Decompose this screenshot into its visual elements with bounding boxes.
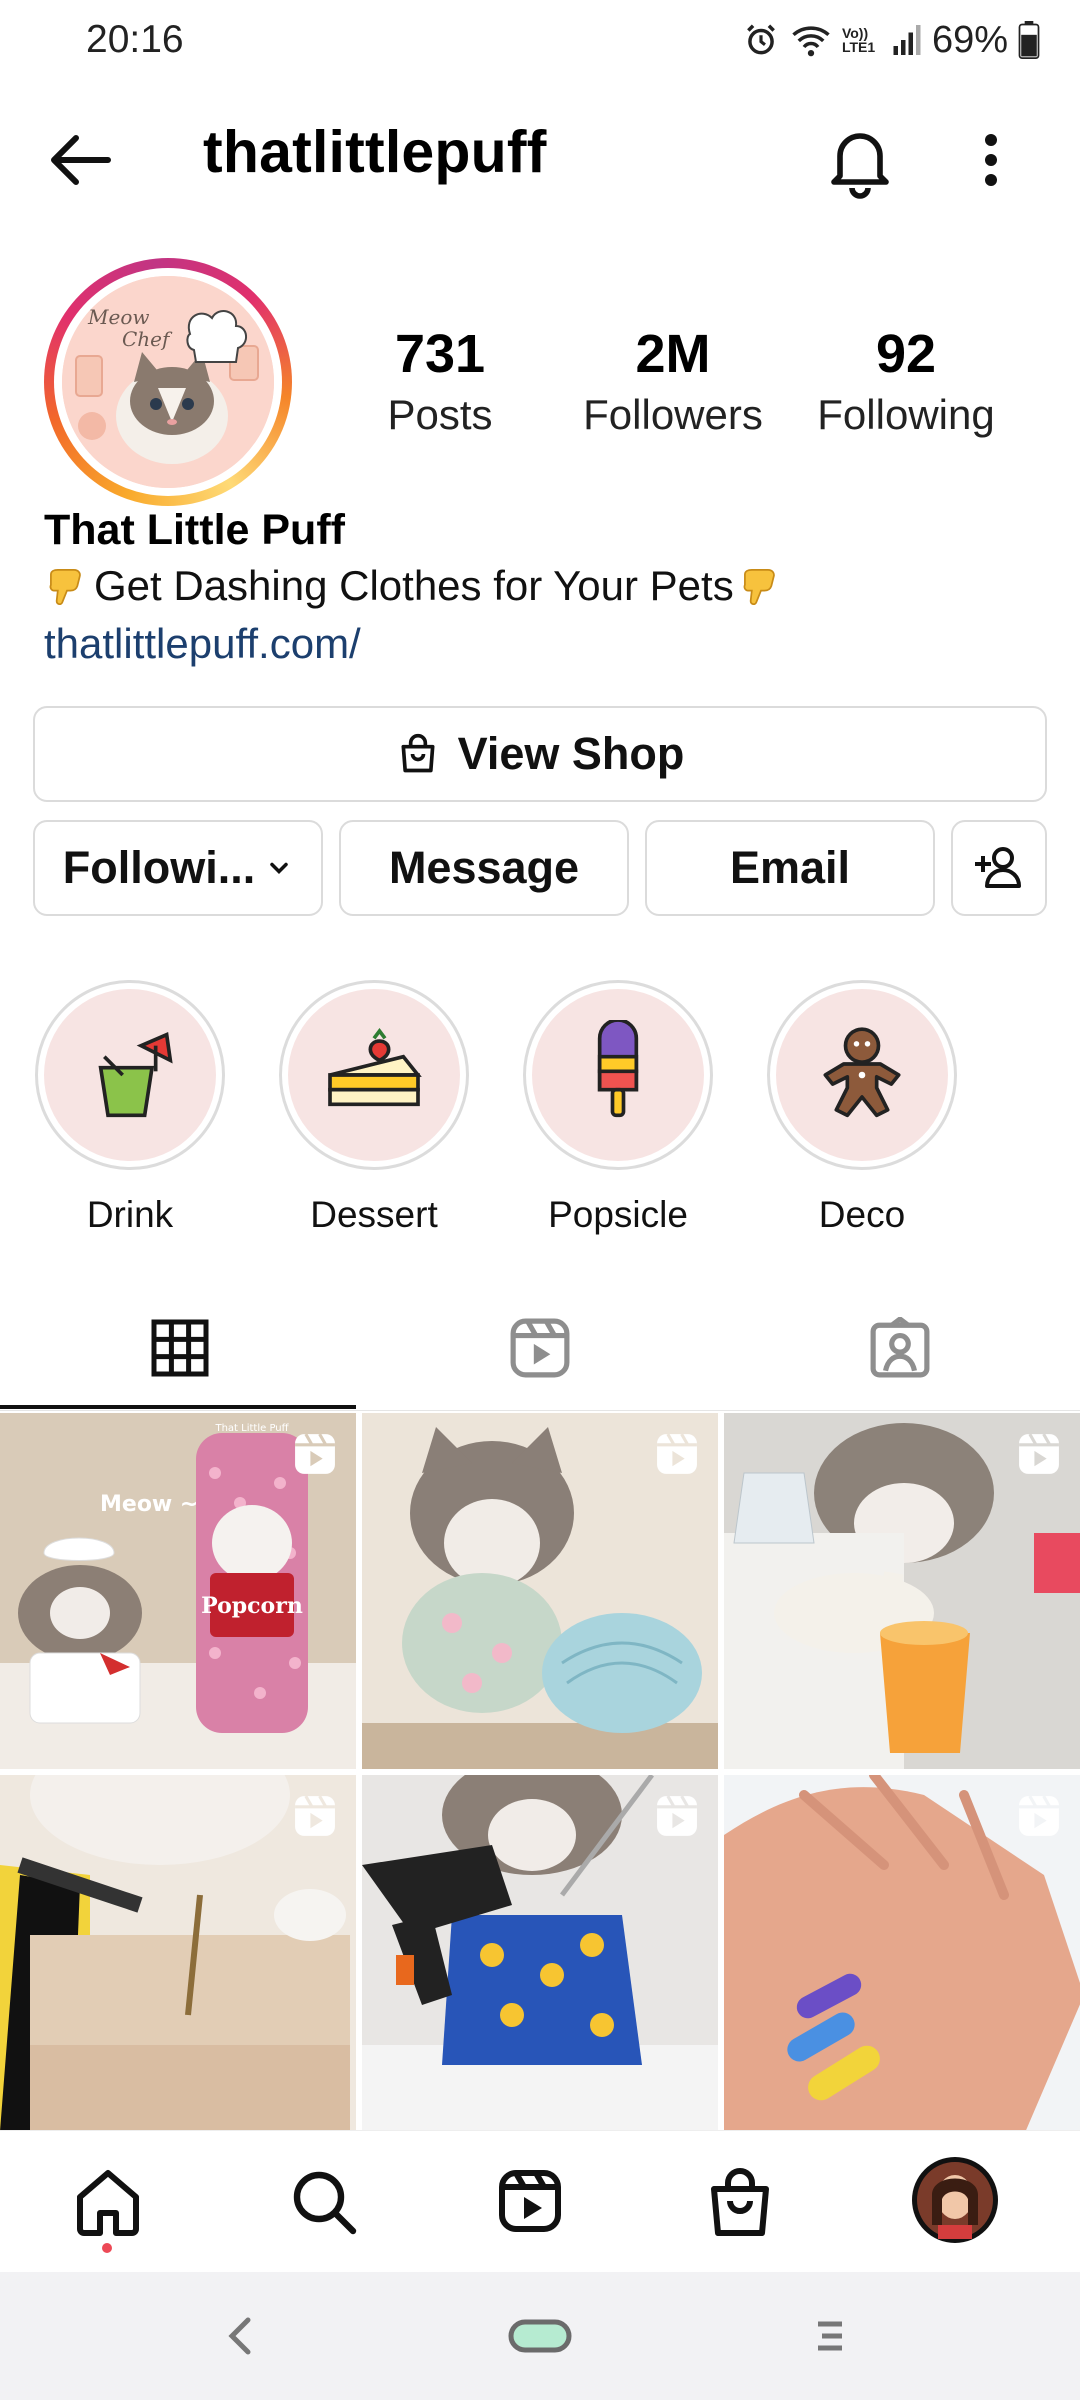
more-options-icon[interactable] [955, 120, 1027, 200]
followers-label: Followers [583, 391, 763, 438]
shopping-bag-icon [401, 733, 435, 773]
following-label: Following [817, 391, 995, 438]
home-icon [77, 2170, 139, 2236]
post-thumbnail[interactable] [724, 1775, 1080, 2131]
posts-count: 731 [394, 324, 486, 384]
cake-icon [328, 1027, 422, 1107]
battery-icon [1018, 21, 1040, 59]
reels-icon [510, 1318, 570, 1378]
highlight-label: Popsicle [548, 1194, 688, 1235]
highlight-label: Deco [818, 1194, 906, 1235]
bottom-navigation [0, 2130, 1080, 2273]
back-arrow-icon[interactable] [40, 120, 120, 200]
caption-text: Meow ~ [100, 1492, 198, 1517]
tagged-icon [870, 1317, 930, 1378]
bio-text: Get Dashing Clothes for Your Pets [44, 562, 784, 610]
following-label: Followi... [62, 842, 256, 893]
bio-line: Get Dashing Clothes for Your Pets [94, 562, 734, 609]
notification-bell-icon[interactable] [820, 120, 900, 200]
reel-badge-icon [657, 1795, 697, 1836]
highlight-label: Drink [86, 1194, 174, 1235]
signal-icon [893, 25, 921, 55]
add-user-button[interactable] [951, 820, 1047, 916]
email-button[interactable]: Email [645, 820, 935, 916]
search-icon [293, 2171, 357, 2235]
post-thumbnail[interactable] [724, 1413, 1080, 1769]
view-shop-label: View Shop [457, 728, 685, 779]
reel-badge-icon [295, 1795, 335, 1836]
nav-shop[interactable] [700, 2161, 780, 2241]
system-home-icon[interactable] [505, 2312, 575, 2360]
post-thumbnail[interactable] [0, 1775, 356, 2131]
gingerbread-icon [823, 1027, 901, 1118]
tab-grid[interactable] [0, 1300, 360, 1396]
pointing-down-icon [49, 569, 81, 606]
product-label: Popcorn [201, 1593, 303, 1619]
active-tab-indicator [0, 1405, 356, 1409]
reel-badge-icon [1019, 1433, 1059, 1474]
system-navigation-bar [0, 2272, 1080, 2400]
posts-label: Posts [387, 391, 493, 438]
svg-text:Chef: Chef [122, 327, 173, 351]
grid-icon [151, 1319, 209, 1377]
profile-avatar[interactable]: Meow Chef [62, 276, 274, 488]
tab-reels[interactable] [360, 1300, 720, 1396]
post-thumbnail[interactable]: Popcorn That Little Puff Meow ~ [0, 1413, 356, 1769]
profile-link[interactable]: thatlittlepuff.com/ [44, 620, 361, 668]
network-badge: Vo)) LTE1 [841, 25, 876, 55]
status-icons: Vo)) LTE1 69% [742, 18, 1040, 62]
post-thumbnail[interactable] [362, 1413, 718, 1769]
reel-badge-icon [1019, 1795, 1059, 1836]
reel-badge-icon [657, 1433, 697, 1474]
profile-username: thatlittlepuff [203, 119, 547, 185]
nav-profile-avatar[interactable] [910, 2155, 1000, 2245]
view-shop-button[interactable]: View Shop [33, 706, 1047, 802]
popsicle-icon [597, 1020, 639, 1118]
status-time: 20:16 [86, 18, 184, 61]
highlight-dessert[interactable]: Dessert [274, 980, 474, 1236]
following-count: 92 [875, 324, 937, 384]
pointing-down-icon [743, 569, 775, 606]
highlight-popsicle[interactable]: Popsicle [518, 980, 718, 1236]
reel-badge-icon [295, 1433, 335, 1474]
shopping-bag-icon [711, 2168, 769, 2236]
alarm-icon [747, 24, 775, 55]
following-button[interactable]: Followi... [33, 820, 323, 916]
highlight-deco[interactable]: Deco [762, 980, 962, 1236]
stat-following[interactable]: 92 Following [806, 323, 1006, 439]
wifi-icon [792, 26, 830, 57]
post-thumbnail[interactable] [362, 1775, 718, 2131]
chevron-down-icon [270, 862, 288, 874]
nav-search[interactable] [283, 2161, 363, 2241]
avatar-text: Meow [87, 305, 149, 329]
system-back-icon[interactable] [220, 2312, 260, 2360]
stat-followers[interactable]: 2M Followers [573, 323, 773, 439]
nav-reels[interactable] [490, 2161, 570, 2241]
add-user-icon [975, 847, 1021, 888]
stat-posts[interactable]: 731 Posts [340, 323, 540, 439]
message-button[interactable]: Message [339, 820, 629, 916]
display-name: That Little Puff [44, 506, 345, 554]
profile-avatar-icon [912, 2157, 998, 2243]
drink-icon [98, 1032, 173, 1118]
battery-level: 69% [931, 18, 1008, 61]
brand-label: That Little Puff [214, 1423, 289, 1434]
followers-count: 2M [635, 324, 711, 384]
highlight-label: Dessert [310, 1194, 438, 1235]
nav-home[interactable] [68, 2161, 148, 2241]
tab-tagged[interactable] [720, 1300, 1080, 1396]
reels-icon [499, 2170, 561, 2232]
highlight-drink[interactable]: Drink [30, 980, 230, 1236]
system-recents-icon[interactable] [810, 2312, 850, 2360]
home-activity-dot [102, 2243, 112, 2253]
